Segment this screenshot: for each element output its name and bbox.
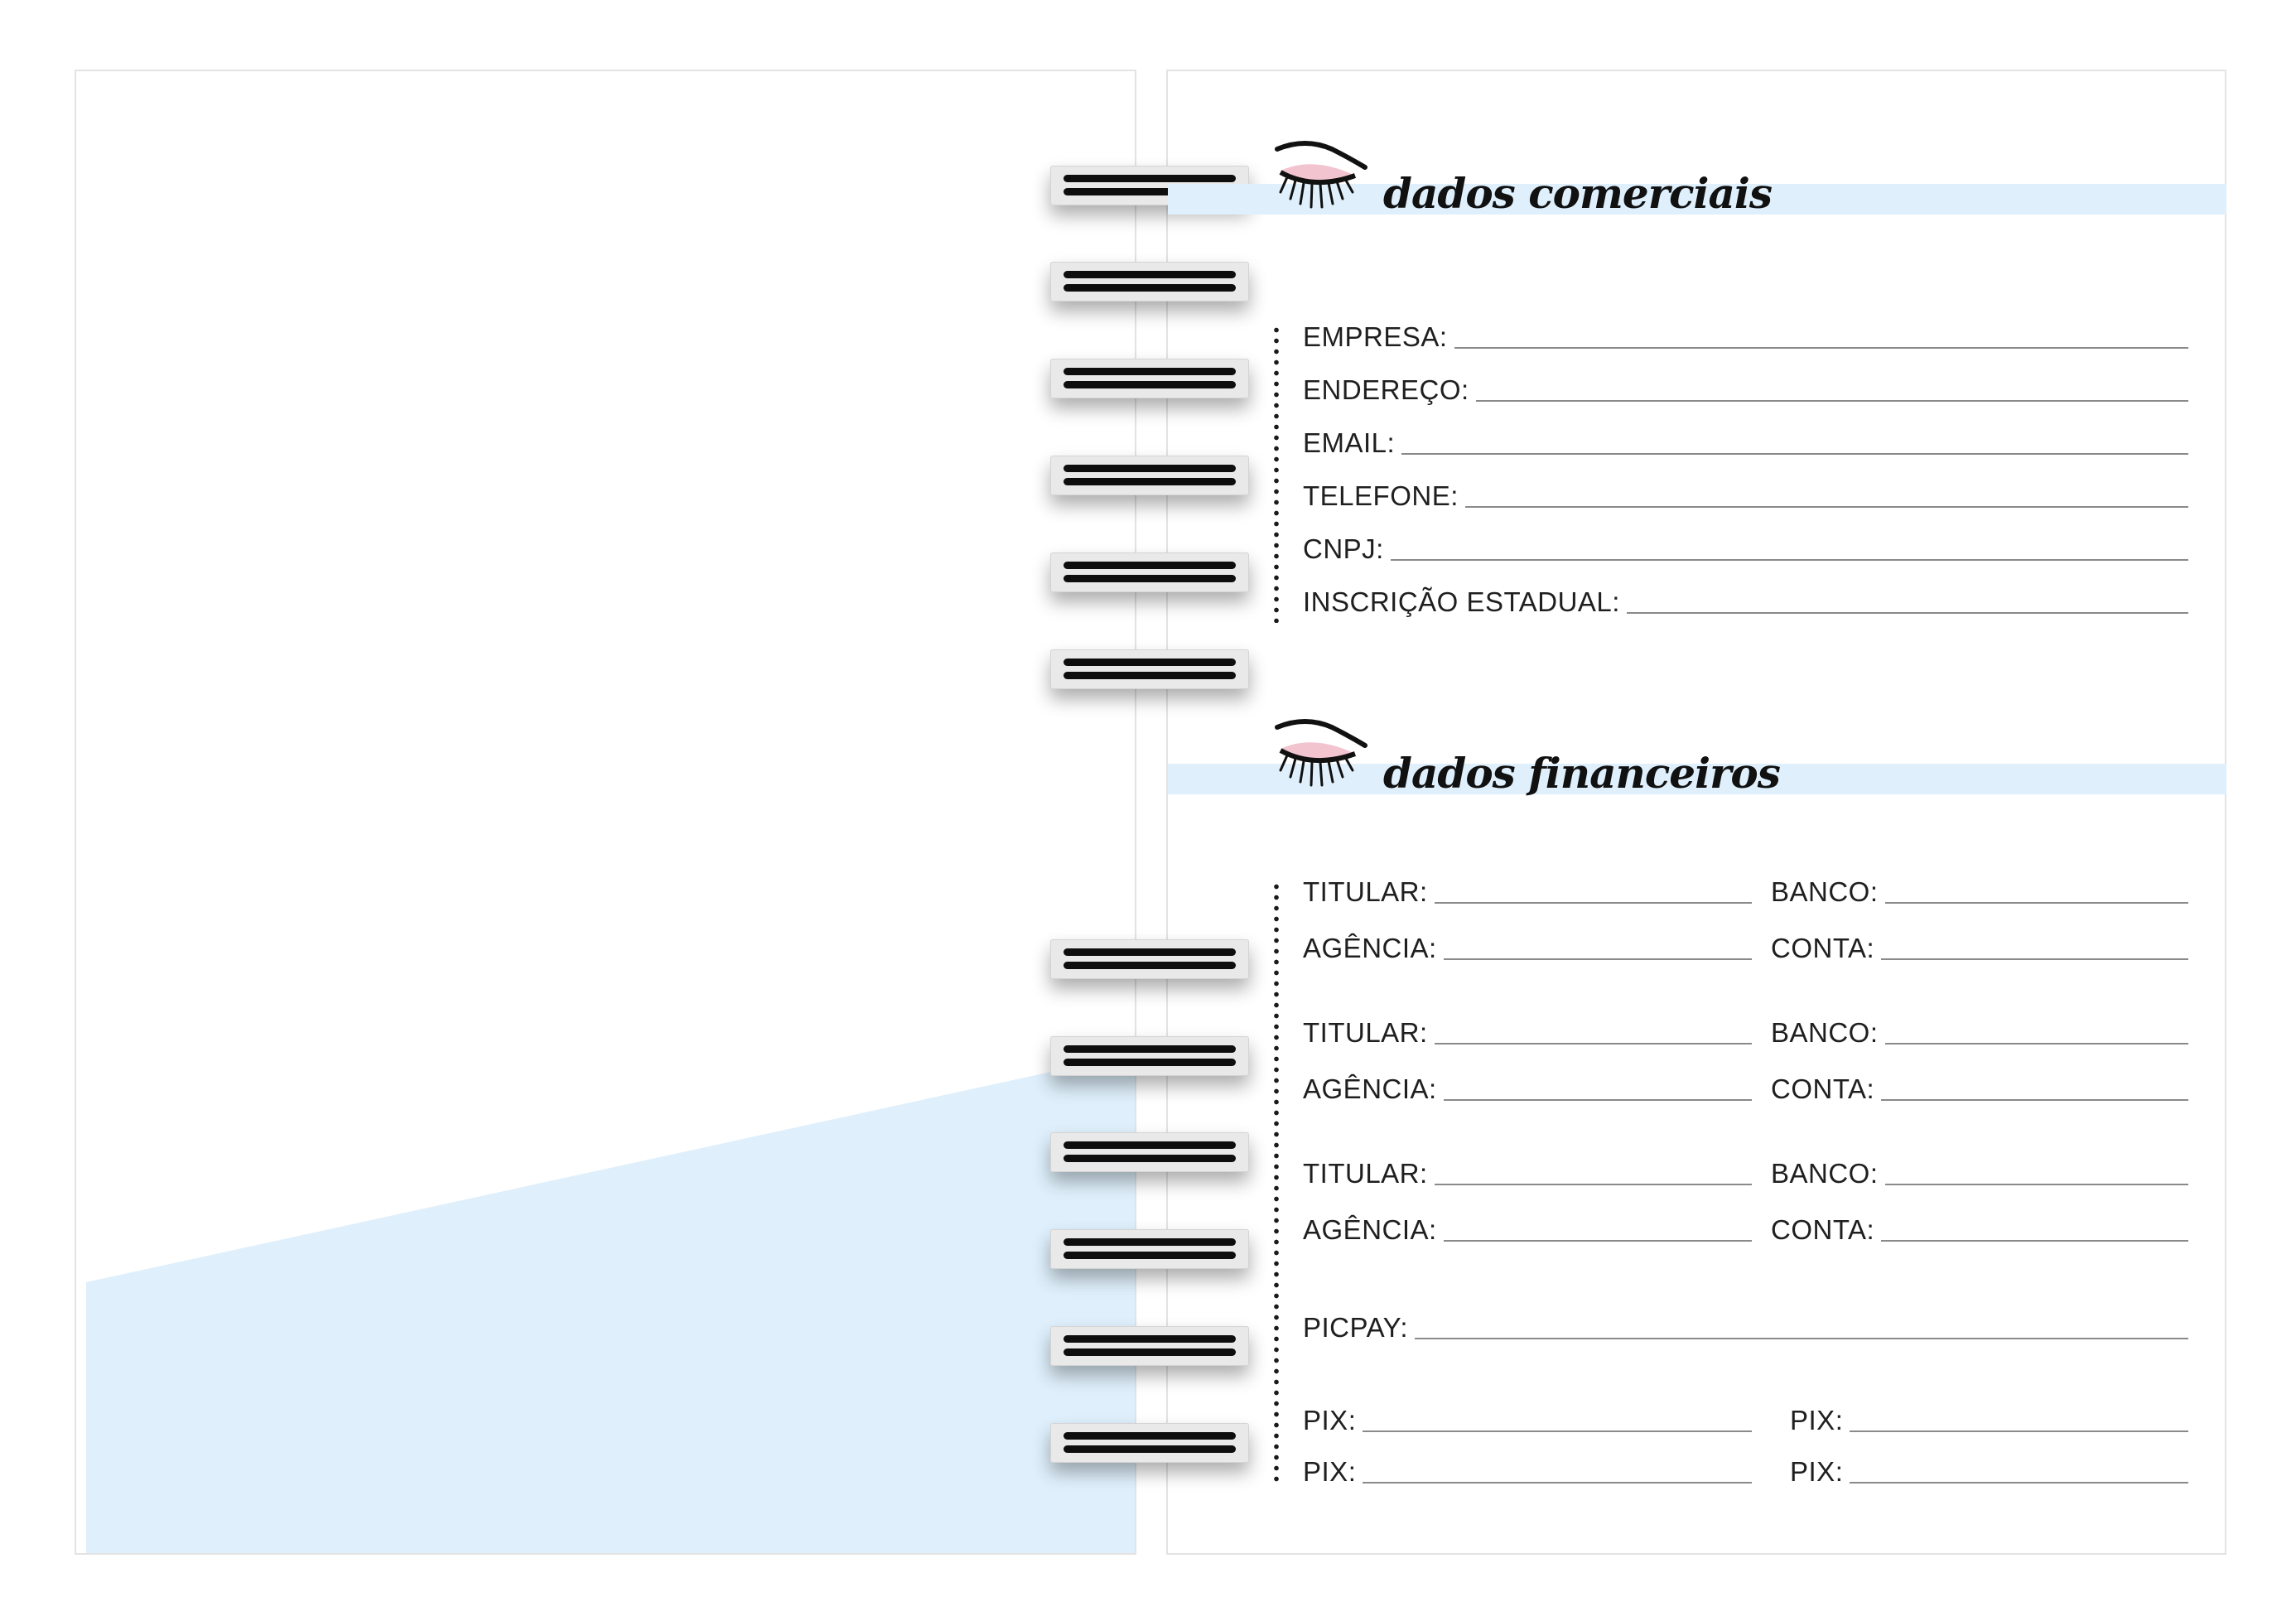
pix-write-line[interactable]: [1850, 1482, 2188, 1484]
titular-label: TITULAR:: [1303, 1158, 1428, 1189]
banco-write-line[interactable]: [1884, 1184, 2188, 1185]
inscricao-estadual-field[interactable]: INSCRIÇÃO ESTADUAL:: [1303, 586, 2188, 618]
conta-label: CONTA:: [1771, 1214, 1875, 1245]
titular-write-line[interactable]: [1434, 902, 1752, 904]
left-notebook-page: [75, 70, 1136, 1555]
conta-label: CONTA:: [1771, 1073, 1875, 1104]
conta-write-line[interactable]: [1881, 1240, 2188, 1242]
pix-write-line[interactable]: [1850, 1430, 2188, 1432]
eye-lashes-icon: [1275, 141, 1367, 209]
banco-label: BANCO:: [1771, 876, 1879, 907]
account-1-conta-field[interactable]: CONTA:: [1771, 933, 2188, 964]
inscricao-estadual-label: INSCRIÇÃO ESTADUAL:: [1303, 586, 1620, 617]
banco-label: BANCO:: [1771, 1158, 1879, 1189]
endereco-label: ENDEREÇO:: [1303, 374, 1469, 405]
endereco-field[interactable]: ENDEREÇO:: [1303, 374, 2188, 406]
empresa-write-line[interactable]: [1454, 347, 2188, 349]
account-3-conta-field[interactable]: CONTA:: [1771, 1214, 2188, 1246]
account-1-titular-field[interactable]: TITULAR:: [1303, 876, 1752, 908]
blue-corner-decoration: [86, 1053, 1135, 1553]
account-2-conta-field[interactable]: CONTA:: [1771, 1073, 2188, 1105]
account-3-banco-field[interactable]: BANCO:: [1771, 1158, 2188, 1189]
picpay-label: PICPAY:: [1303, 1312, 1408, 1343]
spiral-ring-icon: [1050, 1036, 1249, 1076]
pix-write-line[interactable]: [1363, 1430, 1752, 1432]
email-label: EMAIL:: [1303, 427, 1396, 458]
agencia-label: AGÊNCIA:: [1303, 933, 1437, 963]
account-1-agencia-field[interactable]: AGÊNCIA:: [1303, 933, 1752, 964]
inscricao-estadual-write-line[interactable]: [1626, 612, 2188, 614]
spiral-ring-icon: [1050, 359, 1249, 398]
banco-write-line[interactable]: [1884, 1043, 2188, 1044]
eye-lashes-icon: [1275, 719, 1367, 787]
picpay-write-line[interactable]: [1415, 1338, 2188, 1339]
account-1-banco-field[interactable]: BANCO:: [1771, 876, 2188, 908]
cnpj-field[interactable]: CNPJ:: [1303, 533, 2188, 565]
titular-label: TITULAR:: [1303, 1017, 1428, 1048]
account-3-agencia-field[interactable]: AGÊNCIA:: [1303, 1214, 1752, 1246]
spiral-ring-icon: [1050, 649, 1249, 689]
account-2-banco-field[interactable]: BANCO:: [1771, 1017, 2188, 1049]
titular-write-line[interactable]: [1434, 1184, 1752, 1185]
pix-field-4[interactable]: PIX:: [1790, 1456, 2188, 1488]
conta-write-line[interactable]: [1881, 1099, 2188, 1101]
commercial-section-title: dados comerciais: [1383, 169, 1773, 218]
cnpj-label: CNPJ:: [1303, 533, 1384, 564]
spiral-ring-icon: [1050, 552, 1249, 592]
cnpj-write-line[interactable]: [1390, 559, 2188, 561]
pix-label: PIX:: [1303, 1405, 1357, 1435]
pix-field-3[interactable]: PIX:: [1303, 1456, 1752, 1488]
email-write-line[interactable]: [1401, 453, 2188, 455]
conta-write-line[interactable]: [1881, 958, 2188, 960]
spiral-ring-icon: [1050, 262, 1249, 302]
account-3-titular-field[interactable]: TITULAR:: [1303, 1158, 1752, 1189]
commercial-dotted-guide: [1274, 325, 1279, 623]
email-field[interactable]: EMAIL:: [1303, 427, 2188, 459]
telefone-field[interactable]: TELEFONE:: [1303, 480, 2188, 512]
endereco-write-line[interactable]: [1475, 400, 2188, 402]
banco-write-line[interactable]: [1884, 902, 2188, 904]
titular-label: TITULAR:: [1303, 876, 1428, 907]
agencia-label: AGÊNCIA:: [1303, 1214, 1437, 1245]
spiral-ring-icon: [1050, 1423, 1249, 1463]
telefone-label: TELEFONE:: [1303, 480, 1459, 511]
agencia-write-line[interactable]: [1443, 1099, 1752, 1101]
agencia-label: AGÊNCIA:: [1303, 1073, 1437, 1104]
pix-label: PIX:: [1790, 1405, 1844, 1435]
spiral-ring-icon: [1050, 1326, 1249, 1366]
spiral-ring-icon: [1050, 1229, 1249, 1269]
spiral-ring-icon: [1050, 456, 1249, 495]
titular-write-line[interactable]: [1434, 1043, 1752, 1044]
telefone-write-line[interactable]: [1464, 506, 2188, 508]
agencia-write-line[interactable]: [1443, 1240, 1752, 1242]
agencia-write-line[interactable]: [1443, 958, 1752, 960]
financial-section-title: dados financeiros: [1383, 749, 1781, 798]
spiral-ring-icon: [1050, 939, 1249, 979]
pix-field-2[interactable]: PIX:: [1790, 1405, 2188, 1436]
empresa-field[interactable]: EMPRESA:: [1303, 321, 2188, 353]
picpay-field[interactable]: PICPAY:: [1303, 1312, 2188, 1344]
empresa-label: EMPRESA:: [1303, 321, 1448, 352]
banco-label: BANCO:: [1771, 1017, 1879, 1048]
conta-label: CONTA:: [1771, 933, 1875, 963]
account-2-titular-field[interactable]: TITULAR:: [1303, 1017, 1752, 1049]
account-2-agencia-field[interactable]: AGÊNCIA:: [1303, 1073, 1752, 1105]
financial-dotted-guide: [1274, 881, 1279, 1486]
pix-write-line[interactable]: [1363, 1482, 1752, 1484]
spiral-ring-icon: [1050, 1132, 1249, 1172]
pix-label: PIX:: [1303, 1456, 1357, 1487]
pix-label: PIX:: [1790, 1456, 1844, 1487]
pix-field-1[interactable]: PIX:: [1303, 1405, 1752, 1436]
